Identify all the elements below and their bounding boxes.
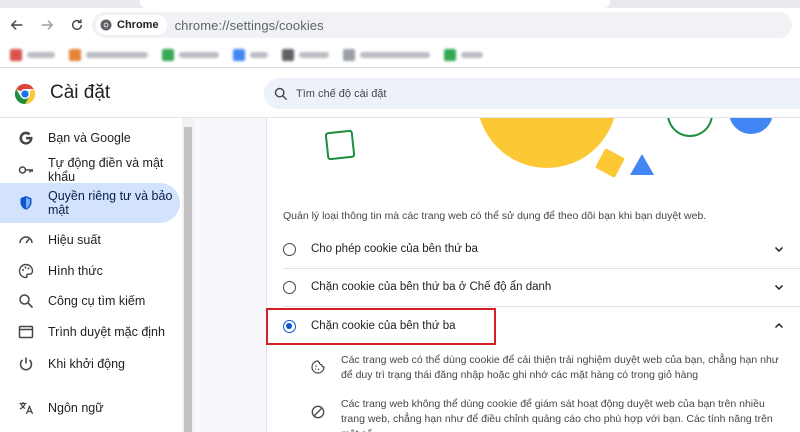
chevron-down-icon[interactable] [773,281,785,293]
bookmark-favicon-icon [282,48,294,61]
sidebar-item-label: Công cụ tìm kiếm [48,294,146,308]
arrow-right-icon [41,20,54,30]
palette-icon [18,263,34,279]
sidebar-item-label: Khi khởi động [48,357,125,371]
bookmark-item[interactable] [282,48,329,61]
google-g-icon [18,130,34,146]
detail-text: Các trang web có thể dùng cookie để cải … [341,354,779,381]
url-text: chrome://settings/cookies [174,17,324,33]
sidebar-item-label: Ngôn ngữ [48,401,104,415]
chevron-up-icon[interactable] [773,320,785,332]
key-icon [18,162,34,178]
speedometer-icon [18,232,34,248]
option-label: Cho phép cookie của bên thứ ba [311,243,478,255]
shield-icon [18,195,34,211]
bookmark-item[interactable] [444,48,483,61]
sidebar-item-label: Hình thức [48,264,103,278]
sidebar-item-label: Tự động điền và mật khẩu [48,156,164,184]
sidebar-item-you-and-google[interactable]: Bạn và Google [0,123,180,153]
chrome-logo-icon [14,83,36,105]
cookies-illustration [324,118,773,178]
sidebar-scrollbar-thumb[interactable] [184,127,192,432]
power-icon [18,356,34,372]
sidebar-item-default-browser[interactable]: Trình duyệt mặc định [0,317,180,347]
tab-strip [0,0,800,8]
cookies-card: Quản lý loại thông tin mà các trang web … [266,118,800,432]
bookmark-item[interactable] [233,48,268,61]
arrow-left-icon [10,20,23,30]
browser-window-icon [18,324,34,340]
translate-icon [18,400,34,416]
bookmark-favicon-icon [343,48,355,61]
chevron-down-icon[interactable] [773,243,785,255]
site-chip-label: Chrome [117,19,159,31]
browser-toolbar: Chrome chrome://settings/cookies [0,8,800,42]
back-button[interactable] [4,12,30,38]
cookies-description: Quản lý loại thông tin mà các trang web … [283,210,707,222]
option-block-incognito[interactable]: Chặn cookie của bên thứ ba ở Chế độ ẩn d… [267,268,800,306]
bookmark-favicon-icon [10,48,22,61]
sidebar-item-performance[interactable]: Hiệu suất [0,225,180,255]
omnibox[interactable]: Chrome chrome://settings/cookies [92,12,792,38]
bookmark-item[interactable] [69,48,148,61]
sidebar-item-languages[interactable]: Ngôn ngữ [0,393,180,423]
detail-text: Các trang web không thể dùng cookie để g… [341,398,773,432]
sidebar-item-on-startup[interactable]: Khi khởi động [0,349,180,379]
bookmarks-bar [0,42,800,68]
site-chip[interactable]: Chrome [96,15,167,35]
bookmark-item[interactable] [162,48,219,61]
search-icon [274,87,288,100]
sidebar-item-search-engine[interactable]: Công cụ tìm kiếm [0,286,180,316]
active-tab[interactable] [140,0,610,8]
bookmark-favicon-icon [69,48,81,61]
bookmark-item[interactable] [343,48,430,61]
option-allow-third-party[interactable]: Cho phép cookie của bên thứ ba [267,230,800,268]
sidebar-item-label: Bạn và Google [48,131,131,145]
bookmark-label [360,51,430,58]
block-icon [311,405,325,419]
radio-block-incognito[interactable] [283,280,296,294]
search-input[interactable] [296,87,696,100]
bookmark-favicon-icon [233,48,245,61]
cookie-icon [311,360,325,374]
settings-search[interactable] [264,78,800,109]
bookmark-label [27,51,55,58]
sidebar-item-label: Trình duyệt mặc định [48,325,165,339]
bookmark-label [179,51,219,58]
sidebar-item-privacy[interactable]: Quyền riêng tư và bảo mật [0,183,180,223]
bookmark-label [250,51,268,58]
sidebar-item-appearance[interactable]: Hình thức [0,256,180,286]
settings-header: Cài đặt [0,68,800,118]
chrome-logo-icon [100,19,112,31]
sidebar-item-autofill[interactable]: Tự động điền và mật khẩu [0,155,180,185]
bookmark-label [86,51,148,58]
sidebar-item-label: Quyền riêng tư và bảo mật [48,189,173,217]
forward-button[interactable] [34,12,60,38]
bookmark-item[interactable] [10,48,55,61]
reload-button[interactable] [64,12,90,38]
sidebar-item-label: Hiệu suất [48,233,101,247]
bookmark-label [299,51,329,58]
search-icon [18,293,34,309]
sidebar: Bạn và Google Tự động điền và mật khẩu Q… [0,118,182,432]
page-title: Cài đặt [50,82,111,103]
reload-icon [71,19,83,31]
highlight-box [266,308,496,345]
bookmark-label [461,51,483,58]
bookmark-favicon-icon [162,48,174,61]
option-label: Chặn cookie của bên thứ ba ở Chế độ ẩn d… [311,281,552,293]
bookmark-favicon-icon [444,48,456,61]
radio-allow-third-party[interactable] [283,242,296,256]
